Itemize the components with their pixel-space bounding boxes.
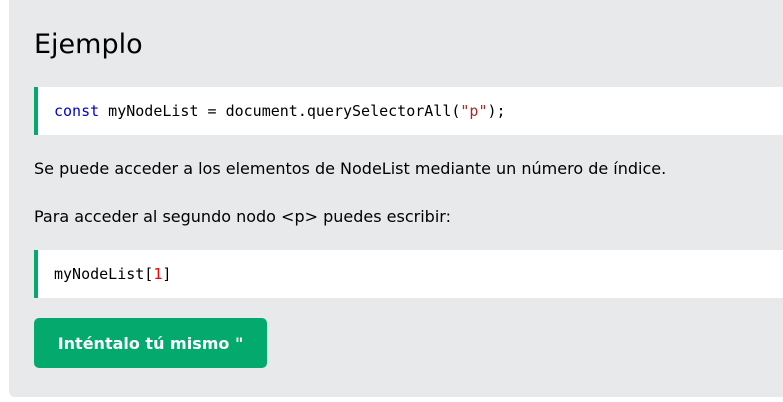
- code-block-queryselectorall: const myNodeList = document.querySelecto…: [34, 87, 783, 135]
- example-heading: Ejemplo: [34, 29, 143, 60]
- paragraph-index-access: Se puede acceder a los elementos de Node…: [34, 159, 667, 178]
- code-text: myNodeList[: [54, 265, 154, 283]
- code-text-end: ]: [162, 265, 172, 283]
- paragraph-second-node: Para acceder al segundo nodo <p> puedes …: [34, 207, 451, 226]
- code-text-end: );: [487, 102, 506, 120]
- code-keyword: const: [54, 102, 100, 120]
- code-text: myNodeList = document.querySelectorAll(: [99, 102, 461, 120]
- code-block-nodelist-index: myNodeList[1]: [34, 250, 783, 298]
- code-string: "p": [460, 102, 488, 120]
- try-it-yourself-button[interactable]: Inténtalo tú mismo ": [34, 318, 267, 368]
- code-number: 1: [153, 265, 163, 283]
